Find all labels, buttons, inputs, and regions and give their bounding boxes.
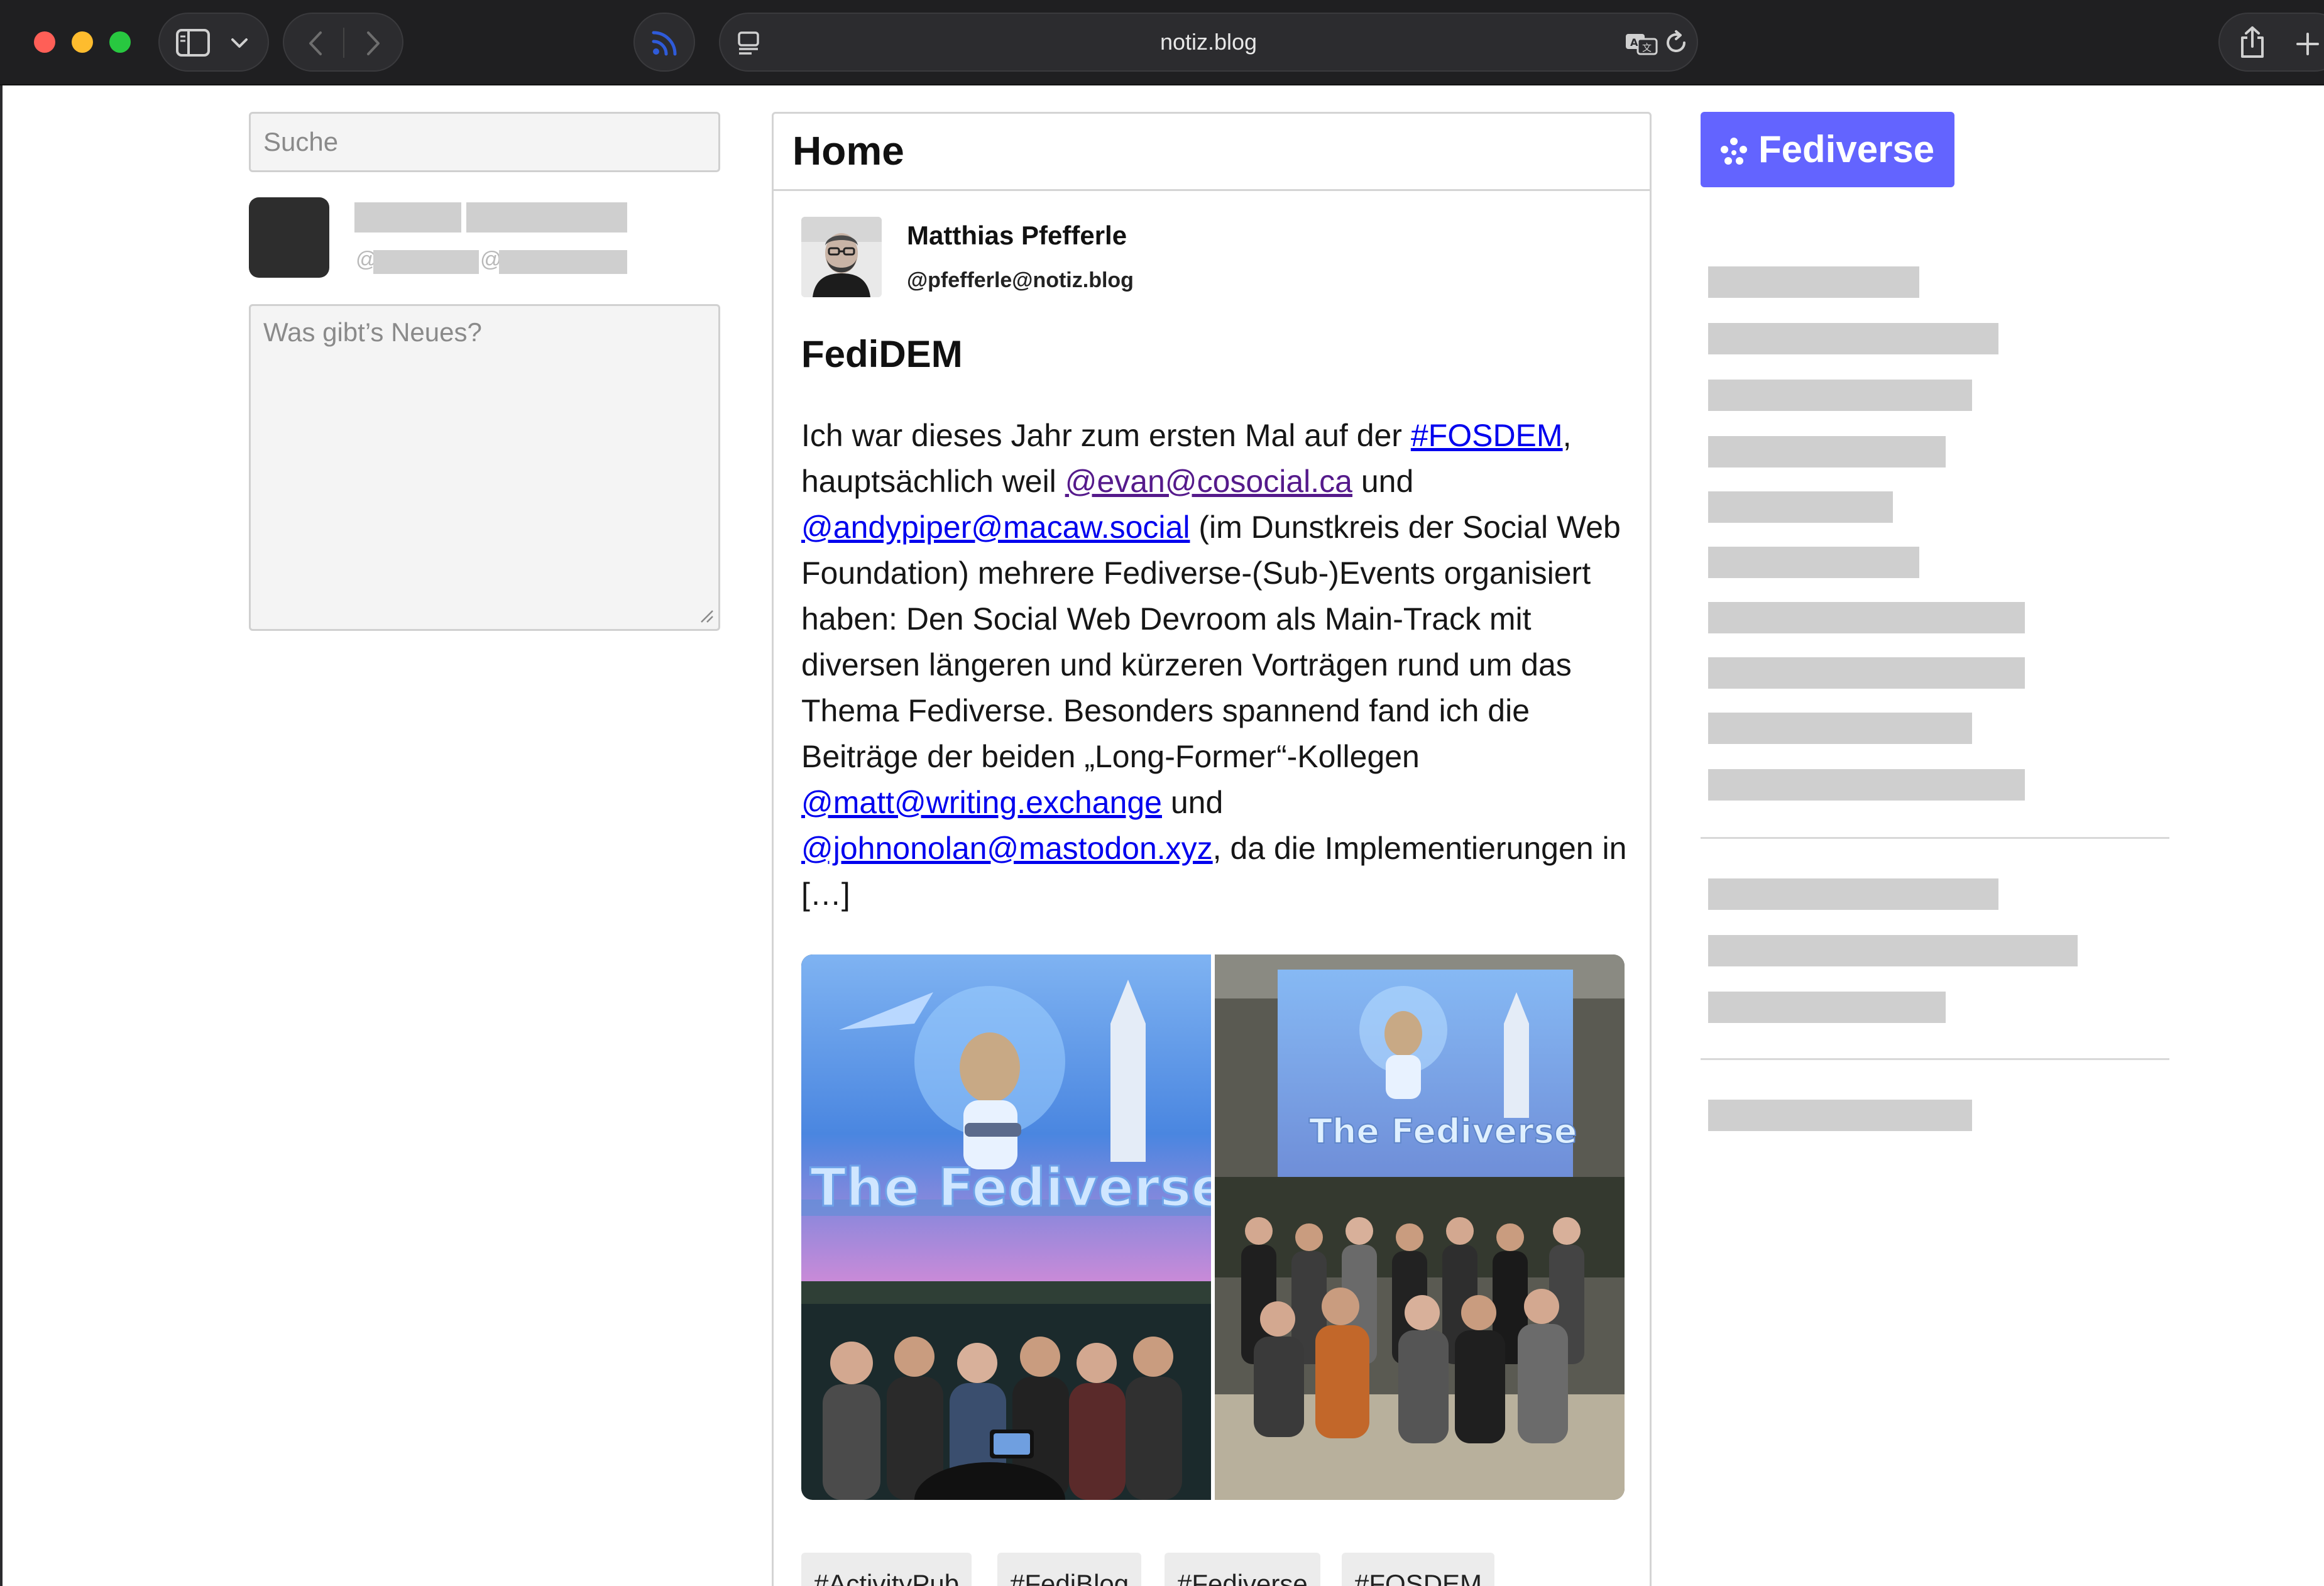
nav-divider: [343, 28, 344, 58]
user-name-skeleton: [354, 202, 461, 232]
forward-arrow-icon[interactable]: [363, 30, 382, 57]
zoom-window-button[interactable]: [109, 31, 131, 53]
svg-text:A: A: [1630, 36, 1638, 48]
history-nav: [283, 13, 403, 72]
feed-button[interactable]: [633, 13, 695, 72]
user-name-skeleton: [466, 202, 627, 232]
sidebar-divider: [1701, 1058, 2169, 1060]
sidebar-toggle-button[interactable]: [158, 13, 269, 72]
post-image-right[interactable]: The Fediverse: [1215, 954, 1625, 1500]
post-body: Ich war dieses Jahr zum ersten Mal auf d…: [801, 413, 1643, 917]
fediverse-badge[interactable]: Fediverse: [1701, 112, 1954, 187]
fediverse-icon: [1721, 138, 1747, 165]
back-arrow-icon[interactable]: [307, 30, 326, 57]
reload-icon[interactable]: [1664, 29, 1689, 57]
toolbar-actions: [2218, 13, 2324, 72]
mention-link-andypiper[interactable]: @andypiper@macaw.social: [801, 510, 1190, 545]
post-image-left[interactable]: The Fediverse: [801, 954, 1211, 1500]
resize-handle-icon[interactable]: [699, 608, 714, 623]
user-handle-skeleton: [373, 250, 479, 274]
minimize-window-button[interactable]: [72, 31, 93, 53]
address-bar[interactable]: notiz.blog A 文: [719, 13, 1698, 72]
post-text: Ich war dieses Jahr zum ersten Mal auf d…: [801, 418, 1411, 453]
sidebar-link-skeleton: [1708, 878, 1998, 910]
hashtag-fosdem[interactable]: #FOSDEM: [1342, 1553, 1495, 1586]
rss-feed-icon: [652, 31, 677, 56]
sidebar-link-skeleton: [1708, 769, 2025, 801]
hashtag-activitypub[interactable]: #ActivityPub: [801, 1553, 972, 1586]
sidebar-link-skeleton: [1708, 935, 2078, 966]
page-title: Home: [792, 128, 904, 173]
hashtag-fediverse[interactable]: #Fediverse: [1165, 1553, 1320, 1586]
sidebar-link-skeleton: [1708, 380, 1972, 411]
sidebar-divider: [1701, 837, 2169, 839]
sidebar-link-skeleton: [1708, 657, 2025, 689]
main-timeline: Home Matthias Pfefferle @pfefferle@notiz…: [772, 112, 1652, 1586]
sidebar-icon: [176, 29, 210, 57]
group-photo-left: The Fediverse: [801, 954, 1211, 1500]
sidebar-link-skeleton: [1708, 436, 1946, 468]
close-window-button[interactable]: [34, 31, 55, 53]
new-tab-plus-icon[interactable]: [2295, 31, 2320, 57]
post-text: und: [1352, 464, 1414, 499]
sidebar-link-skeleton: [1708, 602, 2025, 633]
sidebar-link-skeleton: [1708, 266, 1919, 298]
share-icon[interactable]: [2237, 25, 2267, 60]
post-title[interactable]: FediDEM: [801, 332, 963, 376]
mention-link-johnonolan[interactable]: @johnonolan@mastodon.xyz: [801, 831, 1213, 866]
post-text: (im Dunstkreis der Social Web Foundation…: [801, 510, 1621, 774]
url-text[interactable]: notiz.blog: [720, 14, 1697, 70]
user-handle-skeleton: [499, 250, 627, 274]
author-avatar[interactable]: [801, 217, 882, 297]
author-photo: [801, 217, 882, 297]
hashtag-fediblog[interactable]: #FediBlog: [997, 1553, 1142, 1586]
compose-textarea[interactable]: [249, 304, 720, 631]
user-avatar-placeholder: [249, 197, 329, 278]
slide-title-right: The Fediverse: [1309, 1112, 1577, 1151]
post-text: und: [1161, 785, 1224, 820]
hashtag-link-fosdem[interactable]: #FOSDEM: [1411, 418, 1563, 453]
mention-link-matt[interactable]: @matt@writing.exchange: [801, 785, 1162, 820]
web-page: @ @ Home Matthias Pfefferle @pfefferle@n…: [3, 85, 2324, 1586]
author-name[interactable]: Matthias Pfefferle: [907, 221, 1127, 251]
author-handle[interactable]: @pfefferle@notiz.blog: [907, 268, 1134, 293]
sidebar-link-skeleton: [1708, 547, 1919, 578]
mention-link-evan[interactable]: @evan@cosocial.ca: [1065, 464, 1352, 499]
group-photo-right: The Fediverse: [1215, 954, 1625, 1500]
sidebar-link-skeleton: [1708, 992, 1946, 1023]
translate-icon[interactable]: A 文: [1624, 30, 1659, 57]
fediverse-badge-label: Fediverse: [1758, 128, 1935, 170]
sidebar-link-skeleton: [1708, 323, 1998, 354]
sidebar-link-skeleton: [1708, 713, 1972, 744]
svg-text:文: 文: [1642, 42, 1652, 53]
browser-toolbar: notiz.blog A 文: [0, 0, 2324, 85]
sidebar-link-skeleton: [1708, 491, 1893, 523]
chevron-down-icon[interactable]: [230, 36, 249, 50]
header-divider: [774, 189, 1650, 191]
search-input[interactable]: [249, 112, 720, 172]
sidebar-link-skeleton: [1708, 1100, 1972, 1131]
slide-title-left: The Fediverse: [810, 1157, 1211, 1218]
